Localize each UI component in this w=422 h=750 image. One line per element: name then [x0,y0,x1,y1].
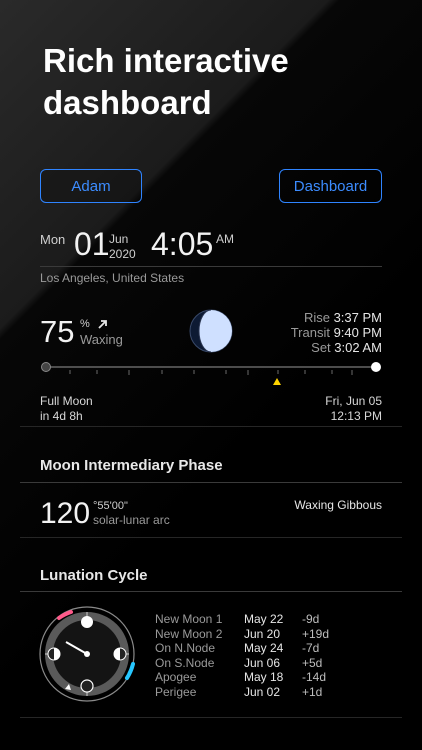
year: 2020 [109,247,136,261]
dashboard-button[interactable]: Dashboard [279,169,382,203]
illumination-unit: % [80,318,109,330]
am-pm: AM [216,232,234,246]
illumination-label: Waxing [80,332,123,347]
date-time-row: Mon 01 Jun 2020 4:05 AM [40,226,382,266]
moon-times: Rise 3:37 PM Transit 9:40 PM Set 3:02 AM [260,310,382,355]
full-moon-countdown: Full Moon in 4d 8h [40,394,93,423]
location[interactable]: Los Angeles, United States [40,271,184,285]
list-item[interactable]: New Moon 2 Jun 20 +19d [155,627,342,642]
weekday: Mon [40,232,66,247]
divider [20,482,402,483]
moon-phase-icon [189,309,233,353]
divider [20,717,402,718]
intermediary-title: Moon Intermediary Phase [40,457,223,474]
set-row: Set 3:02 AM [311,340,382,355]
phase-timeline[interactable] [40,358,382,388]
full-moon-date: Fri, Jun 05 12:13 PM [325,394,382,423]
month-year: Jun 2020 [109,232,136,262]
percent-sign: % [80,318,90,330]
month: Jun [109,232,129,246]
divider [20,537,402,538]
divider [20,426,402,427]
list-item[interactable]: On N.Node May 24 -7d [155,641,342,656]
arc-label: solar-lunar arc [93,513,170,527]
lunation-title: Lunation Cycle [40,567,148,584]
lunation-events: New Moon 1 May 22 -9d New Moon 2 Jun 20 … [155,612,342,699]
arc-value: 120 [40,497,91,530]
phase-name: Waxing Gibbous [294,498,382,512]
user-button[interactable]: Adam [40,169,142,203]
list-item[interactable]: On S.Node Jun 06 +5d [155,656,342,671]
clock-time: 4:05 [151,226,214,262]
divider [40,266,382,267]
rise-row: Rise 3:37 PM [303,310,382,325]
day-number: 01 [74,226,110,262]
list-item[interactable]: New Moon 1 May 22 -9d [155,612,342,627]
illumination-value: 75 [40,314,75,349]
list-item[interactable]: Apogee May 18 -14d [155,670,342,685]
divider [20,591,402,592]
lunation-dial[interactable] [37,604,137,704]
list-item[interactable]: Perigee Jun 02 +1d [155,685,342,700]
transit-row: Transit 9:40 PM [290,325,382,340]
arrow-up-right-icon [98,320,107,329]
arc-minutes: °55'00" [93,500,128,512]
hero-title: Rich interactive dashboard [43,42,289,121]
